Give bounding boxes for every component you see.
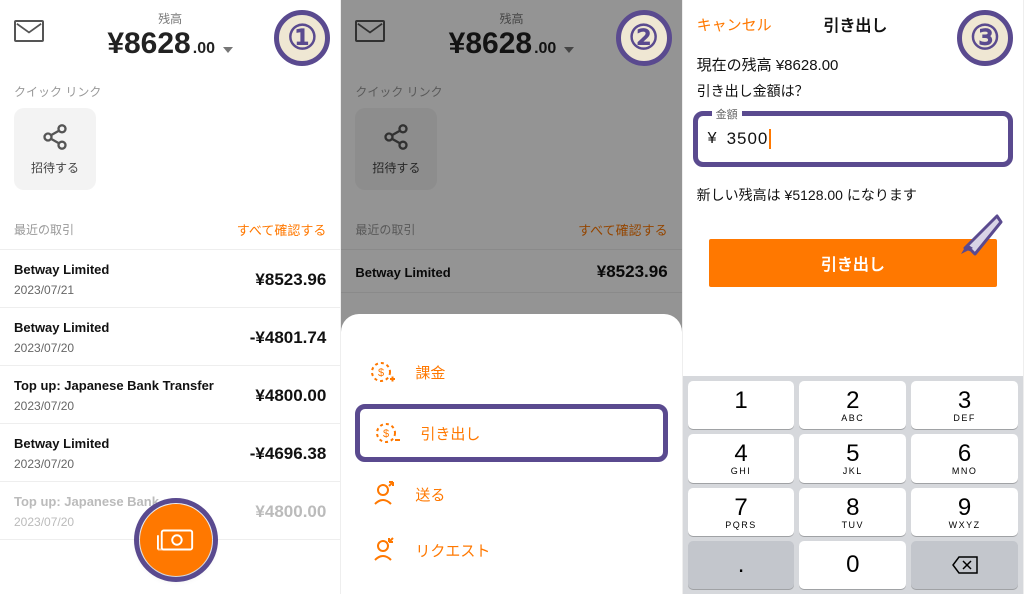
key-1[interactable]: 1: [688, 381, 795, 429]
step-badge-1: ①: [274, 10, 330, 66]
amount-value: 3500: [727, 129, 769, 149]
balance-display[interactable]: 残高 ¥8628.00: [44, 10, 296, 61]
backspace-icon: [951, 555, 979, 575]
amount-input[interactable]: 金額 ¥ 3500: [693, 111, 1013, 167]
invite-button[interactable]: 招待する: [14, 108, 96, 190]
money-fab-button[interactable]: [140, 504, 212, 576]
screen-2-action-sheet: ② 残高 ¥8628.00 クイック リンク 招待する 最近の取引 すべて確認す…: [341, 0, 682, 594]
mail-icon[interactable]: [14, 20, 44, 42]
recent-label: 最近の取引: [14, 221, 74, 238]
cancel-button[interactable]: キャンセル: [697, 14, 772, 35]
transaction-row[interactable]: Betway Limited2023/07/20 -¥4696.38: [0, 424, 340, 482]
key-backspace[interactable]: [911, 541, 1018, 589]
sheet-item-label: 引き出し: [420, 423, 480, 444]
transaction-amount: ¥4800.00: [255, 386, 326, 406]
text-cursor: [769, 129, 771, 149]
numeric-keypad: 1 2ABC 3DEF 4GHI 5JKL 6MNO 7PQRS 8TUV 9W…: [683, 376, 1023, 594]
sheet-item-request[interactable]: リクエスト: [341, 522, 681, 578]
request-icon: [369, 536, 397, 564]
chevron-down-icon[interactable]: [223, 47, 233, 53]
withdraw-icon: $: [374, 419, 402, 447]
key-3[interactable]: 3DEF: [911, 381, 1018, 429]
quick-link-label: クイック リンク: [0, 61, 340, 108]
highlight-ring: [134, 498, 218, 582]
transaction-row[interactable]: Top up: Japanese Bank Transfer2023/07/20…: [0, 366, 340, 424]
key-7[interactable]: 7PQRS: [688, 488, 795, 536]
sheet-item-label: 課金: [415, 362, 445, 383]
amount-field-label: 金額: [712, 106, 742, 122]
send-icon: [369, 480, 397, 508]
pointer-arrow-icon: [957, 210, 1005, 258]
screen-3-withdraw: ③ キャンセル 引き出し 現在の残高 ¥8628.00 引き出し金額は？ 金額 …: [683, 0, 1024, 594]
svg-text:$: $: [383, 428, 389, 440]
sheet-item-withdraw[interactable]: $ 引き出し: [355, 404, 667, 462]
share-icon: [41, 123, 69, 151]
transaction-amount: -¥4801.74: [250, 328, 327, 348]
balance-amount: ¥8628.00: [107, 27, 233, 61]
currency-symbol: ¥: [708, 130, 717, 148]
withdraw-button[interactable]: 引き出し: [709, 239, 997, 287]
key-8[interactable]: 8TUV: [799, 488, 906, 536]
key-2[interactable]: 2ABC: [799, 381, 906, 429]
transaction-amount: ¥8523.96: [255, 270, 326, 290]
transaction-row[interactable]: Betway Limited2023/07/20 -¥4801.74: [0, 308, 340, 366]
transaction-amount: -¥4696.38: [250, 444, 327, 464]
screen-1-wallet: ① 残高 ¥8628.00 クイック リンク 招待する 最近の取引 すべて確認す…: [0, 0, 341, 594]
transaction-row[interactable]: Betway Limited2023/07/21 ¥8523.96: [0, 250, 340, 308]
key-6[interactable]: 6MNO: [911, 434, 1018, 482]
sheet-item-charge[interactable]: $ 課金: [341, 344, 681, 400]
see-all-link[interactable]: すべて確認する: [237, 220, 327, 239]
transaction-amount: ¥4800.00: [255, 502, 326, 522]
key-9[interactable]: 9WXYZ: [911, 488, 1018, 536]
svg-text:$: $: [378, 367, 384, 379]
sheet-item-label: リクエスト: [415, 540, 490, 561]
step-badge-2: ②: [616, 10, 672, 66]
balance-label: 残高: [44, 10, 296, 27]
invite-label: 招待する: [31, 159, 79, 176]
action-sheet: $ 課金 $ 引き出し 送る リクエスト: [341, 314, 681, 594]
page-title: 引き出し: [823, 12, 887, 36]
charge-icon: $: [369, 358, 397, 386]
key-5[interactable]: 5JKL: [799, 434, 906, 482]
step-badge-3: ③: [957, 10, 1013, 66]
key-4[interactable]: 4GHI: [688, 434, 795, 482]
key-dot[interactable]: .: [688, 541, 795, 589]
sheet-item-send[interactable]: 送る: [341, 466, 681, 522]
key-0[interactable]: 0: [799, 541, 906, 589]
recent-transactions-header: 最近の取引 すべて確認する: [0, 210, 340, 250]
sheet-item-label: 送る: [415, 484, 445, 505]
